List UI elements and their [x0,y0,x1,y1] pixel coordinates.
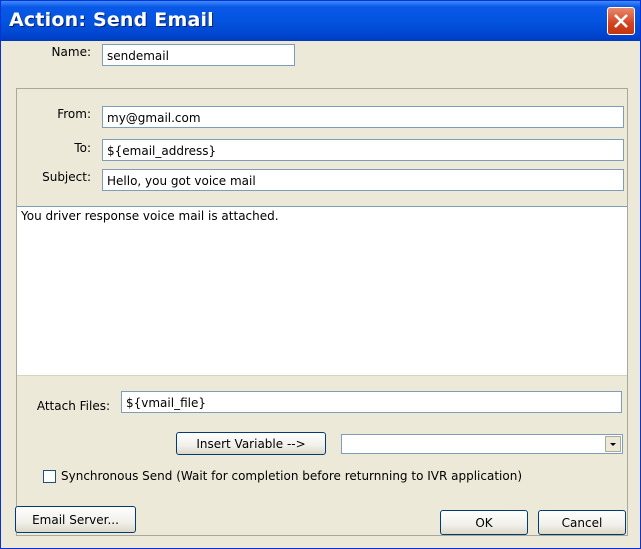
insert-variable-button[interactable]: Insert Variable --> [176,432,326,455]
ok-button[interactable]: OK [440,510,528,535]
variable-select[interactable] [341,434,623,454]
to-label: To: [74,141,91,155]
attach-files-field[interactable]: ${vmail_file} [121,391,622,413]
subject-field[interactable]: Hello, you got voice mail [102,169,624,191]
synchronous-send-label: Synchronous Send (Wait for completion be… [61,469,522,483]
synchronous-send-checkbox[interactable] [43,470,56,483]
from-label: From: [57,107,91,121]
window-title: Action: Send Email [9,9,214,31]
dialog-window: Action: Send Email Name: sendemail From:… [0,0,641,549]
dropdown-button[interactable] [605,436,621,452]
close-button[interactable] [607,7,635,35]
email-server-button[interactable]: Email Server... [15,506,136,533]
from-field[interactable]: my@gmail.com [102,106,624,128]
chevron-down-icon [610,443,616,446]
title-bar[interactable]: Action: Send Email [1,1,640,41]
cancel-button[interactable]: Cancel [538,510,626,535]
email-body-textarea[interactable]: You driver response voice mail is attach… [17,206,627,376]
name-field[interactable]: sendemail [102,44,295,66]
subject-label: Subject: [42,170,91,184]
attach-files-label: Attach Files: [36,399,110,413]
to-field[interactable]: ${email_address} [102,139,624,161]
dialog-content: Name: sendemail From: my@gmail.com To: $… [5,41,636,546]
close-icon [614,14,628,28]
name-label: Name: [51,45,91,59]
